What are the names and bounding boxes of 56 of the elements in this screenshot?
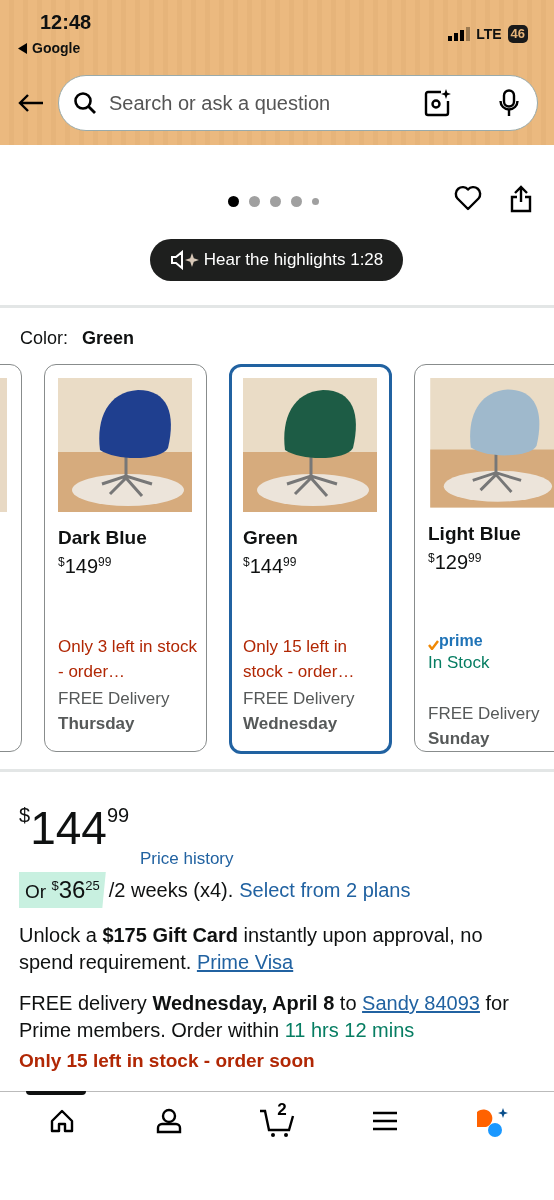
delivery-day: Thursday [58, 711, 193, 736]
availability-text: In Stock [428, 651, 491, 674]
color-option-name: Dark Blue [58, 527, 148, 549]
color-option-card[interactable]: Dark Blue $^{$}$149$^{99}$ Only 3 left in stock - order… FREE Delivery Thursday [44, 364, 207, 752]
share-icon[interactable] [510, 185, 532, 213]
color-option-name: Green [243, 527, 299, 549]
carousel-dot[interactable] [312, 198, 319, 205]
color-option-card[interactable]: Light Blue $^{$}$129$^{99}$ prime In Stock FREE Delivery Sunday [414, 364, 554, 752]
color-label: Color: [20, 328, 68, 350]
prime-visa-link[interactable]: Prime Visa [196, 951, 294, 973]
product-price: $^{$}$144$^{99}$ [19, 801, 130, 851]
cart-count: 2 [277, 1100, 287, 1120]
carousel-dot[interactable] [249, 196, 260, 207]
option-price: $^{$}$144$^{99}$ [243, 555, 298, 578]
prime-label: prime [428, 630, 554, 650]
heart-icon[interactable] [454, 185, 482, 211]
carousel-dot[interactable] [228, 196, 239, 207]
option-price: $^{$}$149$^{99}$ [58, 555, 113, 578]
battery-level: 46 [507, 25, 528, 43]
hear-highlights-button[interactable]: Hear the highlights 1:28 [150, 239, 403, 281]
availability-text: Only 3 left in stock - order… [58, 636, 198, 683]
checkmark-icon [428, 639, 439, 650]
color-option-card[interactable]: Green $^{$}$144$^{99}$ Only 15 left in stock - order… FREE Delivery Wednesday [229, 364, 392, 754]
carousel-dot[interactable] [270, 196, 281, 207]
chat-bubbles-icon [475, 1108, 510, 1138]
gift-card-offer: Unlock a $175 Gift Card instantly upon approval, no spend requirement. Prime Visa [19, 923, 484, 975]
installment-term: /2 weeks (x4). [108, 878, 234, 902]
search-field[interactable]: Search or ask a question [107, 90, 413, 116]
delivery-label: FREE Delivery [243, 688, 356, 710]
delivery-label: FREE Delivery [428, 703, 541, 725]
tab-button[interactable]: 2 [223, 1092, 331, 1200]
delivery-day: Sunday [428, 726, 554, 751]
delivery-location-link[interactable]: Sandy 84093 [362, 992, 480, 1014]
search-icon [73, 91, 97, 115]
low-stock-warning: Only 15 left in stock - order soon [19, 1050, 315, 1072]
installment-price: Or $^{$}$36$^{25}$ [19, 872, 106, 908]
microphone-icon[interactable] [499, 89, 519, 117]
back-to-app-link[interactable]: Google [18, 40, 92, 56]
color-option-name: Light Blue [428, 522, 522, 545]
delivery-info: FREE delivery Wednesday, April 8 to Sandy 84093 for Prime members. Order within 11 hrs 12 mins [19, 991, 510, 1043]
price-history-link[interactable]: Price history [140, 849, 234, 869]
carousel-dot[interactable] [291, 196, 302, 207]
select-plans-link[interactable]: Select from 2 plans [239, 878, 411, 902]
delivery-label: FREE Delivery [58, 688, 171, 710]
selected-color-value: Green [82, 328, 135, 350]
speaker-sparkle-icon [169, 250, 200, 270]
camera-search-icon[interactable] [423, 89, 451, 117]
option-price: $^{$}$129$^{99}$ [428, 550, 483, 574]
availability-text: Only 15 left in stock - order… [243, 636, 356, 683]
network-label: LTE [476, 26, 502, 42]
back-triangle-icon [18, 42, 28, 54]
status-time: 12:48 [40, 10, 92, 34]
search-bar[interactable]: Search or ask a question [58, 75, 538, 131]
delivery-day: Wednesday [243, 711, 378, 736]
back-arrow-icon[interactable] [18, 93, 44, 113]
signal-icon [448, 27, 471, 41]
